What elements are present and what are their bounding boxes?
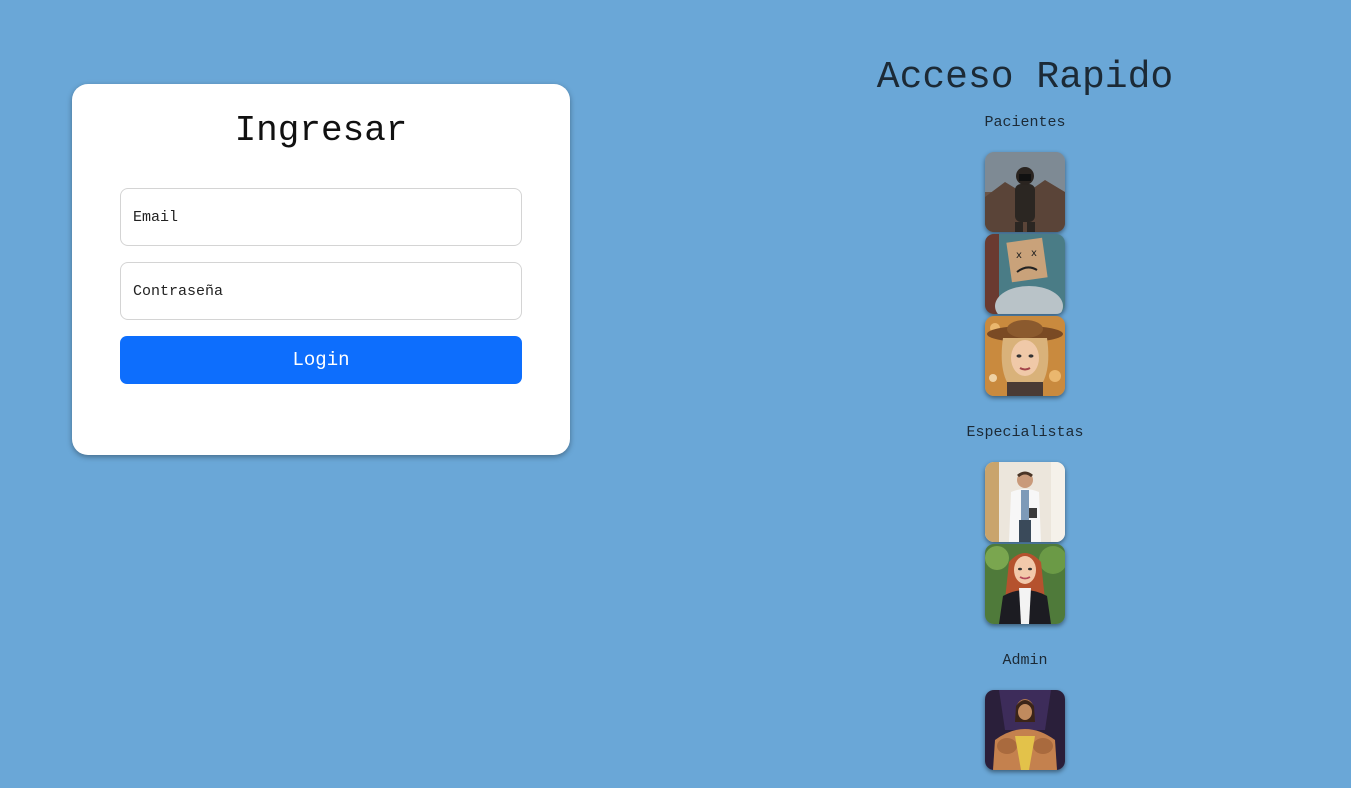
admin-avatar-image xyxy=(985,690,1065,770)
photographer-avatar-image xyxy=(985,152,1065,232)
quick-login-admin-avatar[interactable] xyxy=(985,690,1065,770)
login-title: Ingresar xyxy=(234,110,408,151)
login-card: Ingresar Login xyxy=(72,84,570,455)
woman-hat-avatar-image xyxy=(985,316,1065,396)
section-label-admin: Admin xyxy=(1002,652,1048,669)
svg-text:x: x xyxy=(1016,250,1022,261)
login-button[interactable]: Login xyxy=(120,336,522,384)
svg-text:x: x xyxy=(1031,248,1037,259)
quick-login-especialista-1-avatar[interactable] xyxy=(985,462,1065,542)
specialist-woman-avatar-image xyxy=(985,544,1065,624)
boxhead-avatar-image: x x xyxy=(985,234,1065,314)
password-field[interactable] xyxy=(120,262,522,320)
section-label-especialistas: Especialistas xyxy=(966,424,1084,441)
quick-login-paciente-1-avatar[interactable] xyxy=(985,152,1065,232)
doctor-avatar-image xyxy=(985,462,1065,542)
quick-login-especialista-2-avatar[interactable] xyxy=(985,544,1065,624)
quick-access-title: Acceso Rapido xyxy=(876,56,1174,99)
email-field[interactable] xyxy=(120,188,522,246)
quick-login-paciente-3-avatar[interactable] xyxy=(985,316,1065,396)
quick-login-paciente-2-avatar[interactable]: x x xyxy=(985,234,1065,314)
section-label-pacientes: Pacientes xyxy=(984,114,1066,131)
